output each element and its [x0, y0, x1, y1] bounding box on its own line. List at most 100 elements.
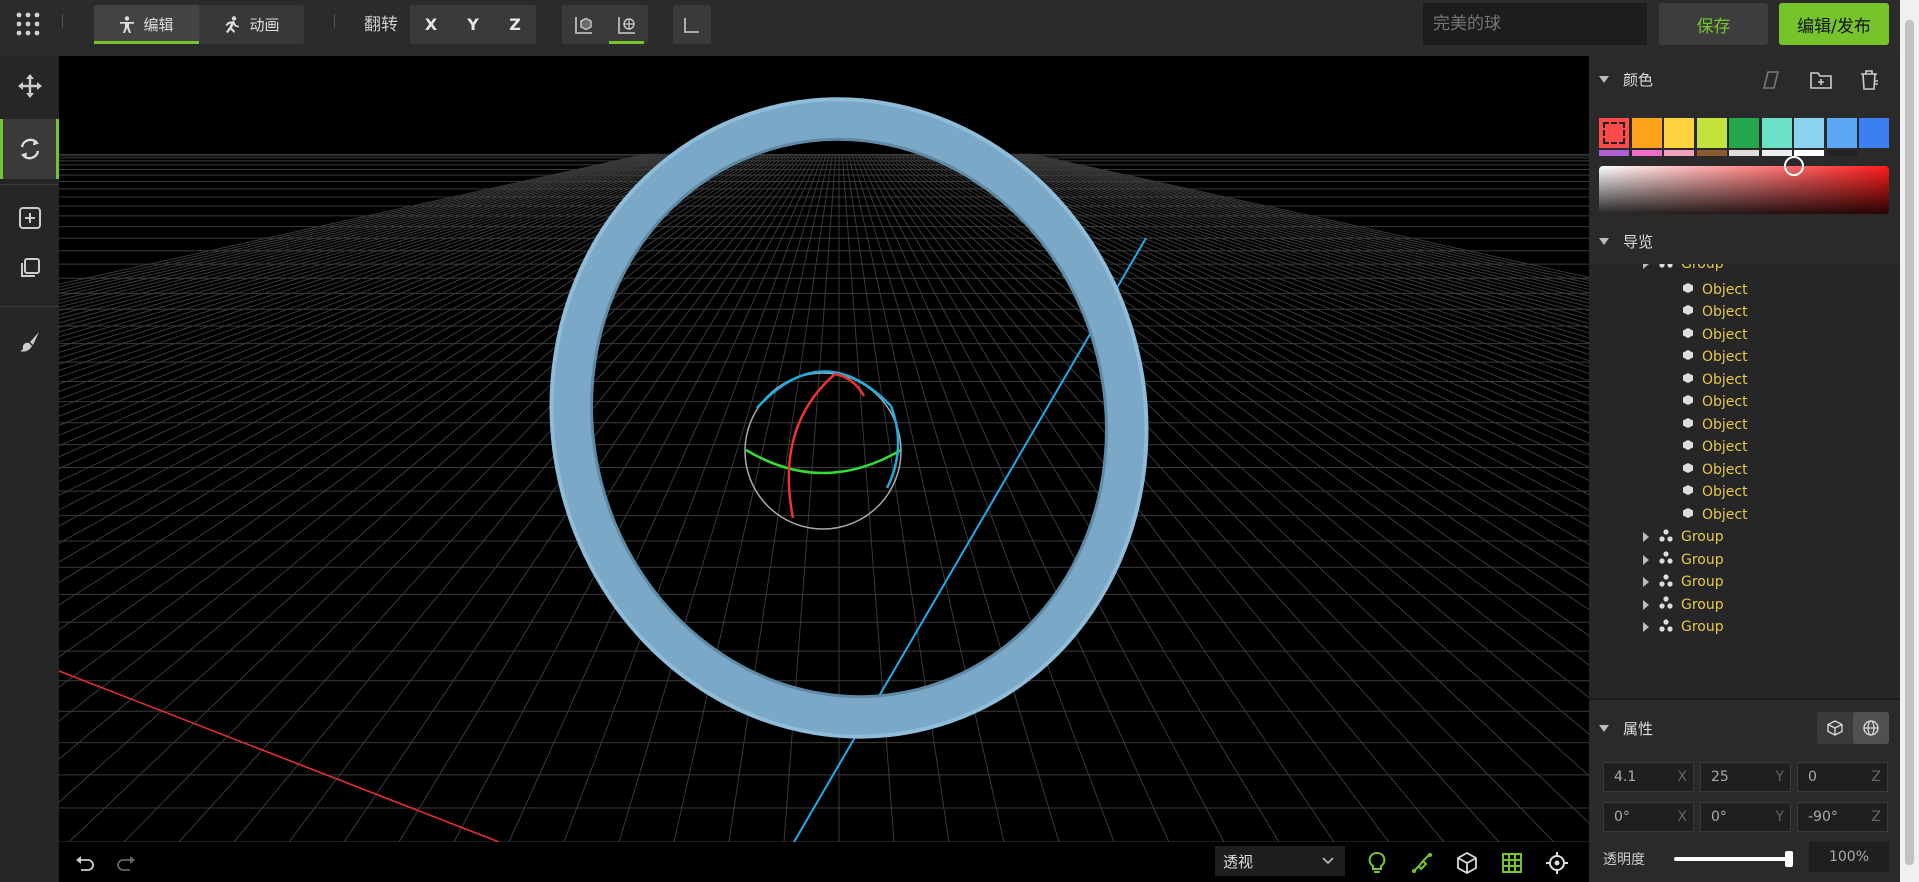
flip-z-button[interactable]: Z [494, 5, 536, 44]
group-icon [1659, 528, 1681, 546]
edit-mode-button[interactable]: 编辑 [94, 5, 199, 44]
rotation-y-field[interactable]: 0° Y [1700, 802, 1791, 832]
projection-select[interactable]: 透视 [1215, 846, 1345, 876]
rotation-z-field[interactable]: -90° Z [1797, 802, 1888, 832]
duplicate-tool-button[interactable] [0, 238, 59, 298]
tree-item-label: Object [1702, 326, 1748, 343]
flip-x-button[interactable]: X [410, 5, 452, 44]
publish-button[interactable]: 编辑/发布 [1779, 3, 1889, 45]
animate-mode-button[interactable]: 动画 [199, 5, 304, 44]
opacity-value-field[interactable]: 100% [1809, 842, 1889, 872]
color-swatch[interactable] [1664, 118, 1694, 148]
apps-grid-icon[interactable] [14, 10, 42, 38]
redo-button[interactable] [112, 848, 142, 878]
color-swatch[interactable] [1631, 118, 1662, 148]
color-swatch[interactable] [1631, 150, 1662, 156]
add-folder-button[interactable] [1809, 68, 1833, 92]
front-view-button[interactable] [562, 5, 605, 44]
page-scrollbar[interactable] [1900, 0, 1919, 882]
eraser-icon [1762, 71, 1780, 89]
move-tool-button[interactable] [0, 56, 59, 116]
undo-icon [76, 856, 94, 871]
object-icon [1682, 282, 1702, 298]
eraser-button[interactable] [1759, 68, 1783, 92]
grid-toggle-button[interactable] [1497, 848, 1527, 878]
color-swatch[interactable] [1826, 150, 1857, 156]
object-icon [1682, 304, 1702, 320]
color-swatch[interactable] [1729, 150, 1759, 156]
color-gradient-picker[interactable] [1599, 166, 1889, 214]
color-swatch[interactable] [1599, 150, 1629, 156]
tree-item-label: Object [1702, 439, 1748, 455]
tree-item-label: Object [1702, 461, 1748, 478]
expand-arrow-icon[interactable] [1643, 264, 1649, 269]
flip-axis-group: X Y Z [410, 5, 536, 44]
world-space-button[interactable] [1853, 712, 1889, 744]
toolbar-divider [0, 184, 59, 185]
nav-section-header[interactable]: 导览 [1589, 218, 1900, 264]
scrollbar-thumb[interactable] [1905, 20, 1914, 865]
projection-value: 透视 [1223, 852, 1254, 871]
color-swatch[interactable] [1859, 150, 1889, 156]
opacity-slider-thumb[interactable] [1785, 851, 1793, 867]
color-swatch[interactable] [1696, 118, 1727, 148]
rotate-gizmo[interactable] [744, 370, 902, 530]
opacity-label: 透明度 [1603, 852, 1645, 868]
position-z-field[interactable]: 0 Z [1797, 762, 1888, 792]
color-swatch[interactable] [1696, 150, 1727, 156]
opacity-slider-track[interactable] [1674, 857, 1792, 861]
animate-mode-label: 动画 [249, 16, 280, 34]
section-divider [1589, 698, 1900, 700]
color-section-header[interactable]: 颜色 [1589, 56, 1900, 102]
local-space-button[interactable] [1817, 712, 1853, 744]
delete-palette-button[interactable] [1857, 68, 1881, 92]
collapse-triangle-icon [1599, 75, 1609, 83]
flip-y-button[interactable]: Y [452, 5, 494, 44]
color-swatch[interactable] [1826, 118, 1857, 148]
floor-grid [59, 153, 1589, 842]
axis-label: Y [1775, 809, 1784, 825]
color-swatch[interactable] [1664, 150, 1694, 156]
expand-arrow-icon[interactable] [1643, 577, 1649, 587]
mode-switch: 编辑 动画 [94, 5, 304, 44]
rotation-x-field[interactable]: 0° X [1603, 802, 1694, 832]
expand-arrow-icon[interactable] [1643, 622, 1649, 632]
grid-view-button[interactable] [605, 5, 648, 44]
color-swatch[interactable] [1794, 150, 1824, 156]
axis-label: X [1677, 809, 1687, 825]
save-button[interactable]: 保存 [1659, 3, 1768, 45]
color-swatch[interactable] [1794, 118, 1824, 148]
undo-button[interactable] [69, 848, 99, 878]
color-swatch[interactable] [1859, 118, 1889, 148]
brush-icon [19, 332, 39, 352]
3d-viewport[interactable] [59, 56, 1589, 842]
tree-item-label: Group [1681, 264, 1724, 272]
tree-item-label: Group [1681, 596, 1724, 613]
rotate-tool-button[interactable] [0, 119, 59, 179]
lighting-button[interactable] [1362, 848, 1392, 878]
scene-name-input[interactable] [1423, 3, 1647, 45]
paint-tool-button[interactable] [0, 312, 59, 372]
color-swatch[interactable] [1729, 118, 1759, 148]
expand-arrow-icon[interactable] [1643, 554, 1649, 565]
expand-arrow-icon[interactable] [1643, 599, 1649, 610]
globe-icon [1863, 720, 1879, 736]
object-icon [1682, 327, 1702, 343]
object-icon [1682, 417, 1702, 433]
position-x-field[interactable]: 4.1 X [1603, 762, 1694, 792]
right-panel: 颜色 导览 Group Object Object Object Object Objec… [1589, 56, 1900, 882]
cube-view-button[interactable] [1452, 848, 1482, 878]
color-swatch[interactable] [1761, 118, 1792, 148]
pen-tool-button[interactable] [1407, 848, 1437, 878]
scene-canvas[interactable] [59, 56, 1589, 842]
color-swatch[interactable] [1599, 118, 1629, 148]
edit-mode-label: 编辑 [143, 16, 174, 34]
position-y-field[interactable]: 25 Y [1700, 762, 1791, 792]
expand-arrow-icon[interactable] [1643, 532, 1649, 542]
axis-corner-button[interactable] [673, 5, 711, 44]
group-icon [1659, 551, 1681, 568]
color-picker-handle[interactable] [1784, 156, 1804, 176]
focus-button[interactable] [1542, 848, 1572, 878]
color-swatch[interactable] [1761, 150, 1792, 156]
tree-group[interactable]: Group [1643, 614, 1724, 641]
